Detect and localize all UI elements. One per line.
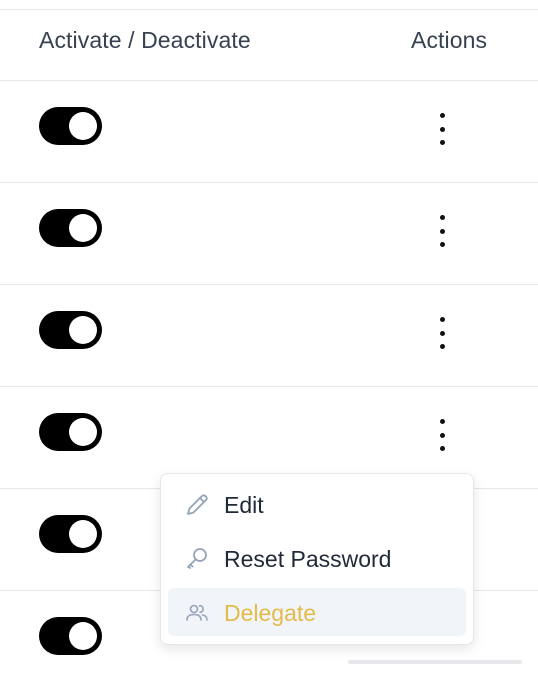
menu-item-delegate[interactable]: Delegate xyxy=(168,588,466,636)
pencil-icon xyxy=(184,492,210,518)
kebab-dot xyxy=(439,242,445,247)
users-icon xyxy=(184,600,210,626)
activate-toggle[interactable] xyxy=(39,107,102,145)
menu-item-label: Reset Password xyxy=(224,546,392,572)
column-header-activate: Activate / Deactivate xyxy=(39,27,251,53)
activate-toggle[interactable] xyxy=(39,413,102,451)
menu-item-reset-password[interactable]: Reset Password xyxy=(168,534,466,582)
row-actions-button[interactable] xyxy=(428,113,456,145)
kebab-dot xyxy=(439,228,445,234)
activate-toggle[interactable] xyxy=(39,209,102,247)
column-header-actions: Actions xyxy=(411,27,488,53)
kebab-dot xyxy=(439,126,445,132)
kebab-dot xyxy=(439,330,445,336)
toggle-knob xyxy=(69,214,97,242)
toggle-knob xyxy=(69,316,97,344)
toggle-knob xyxy=(69,418,97,446)
kebab-dot xyxy=(439,419,445,424)
kebab-dot xyxy=(439,317,445,322)
scroll-edge xyxy=(348,660,522,664)
kebab-dot xyxy=(439,113,445,118)
activate-toggle[interactable] xyxy=(39,311,102,349)
toggle-knob xyxy=(69,112,97,140)
table-row xyxy=(0,81,538,183)
activate-toggle[interactable] xyxy=(39,515,102,553)
row-actions-button[interactable] xyxy=(428,215,456,247)
kebab-dot xyxy=(439,446,445,451)
kebab-dot xyxy=(439,140,445,145)
kebab-dot xyxy=(439,215,445,220)
row-actions-button[interactable] xyxy=(428,317,456,349)
table-row xyxy=(0,183,538,285)
menu-item-label: Edit xyxy=(224,492,264,518)
table-row xyxy=(0,285,538,387)
activate-toggle[interactable] xyxy=(39,617,102,655)
menu-item-edit[interactable]: Edit xyxy=(168,480,466,528)
kebab-dot xyxy=(439,344,445,349)
key-icon xyxy=(184,546,210,572)
row-actions-button[interactable] xyxy=(428,419,456,451)
table-header: Activate / Deactivate Actions xyxy=(0,10,538,81)
toggle-knob xyxy=(69,622,97,650)
menu-item-label: Delegate xyxy=(224,600,317,626)
toggle-knob xyxy=(69,520,97,548)
row-actions-menu: Edit Reset Password Delegate xyxy=(160,473,474,645)
kebab-dot xyxy=(439,432,445,438)
